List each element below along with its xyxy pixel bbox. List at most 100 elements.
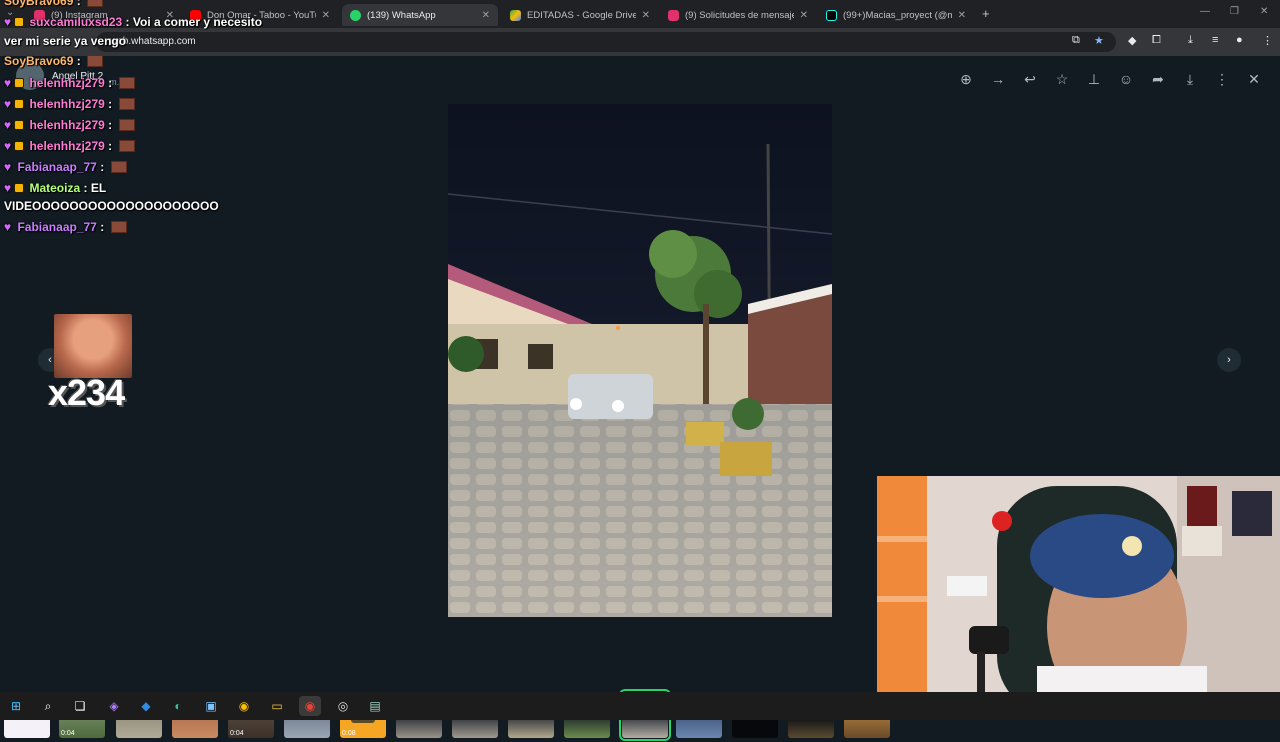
zoom-in-icon[interactable]: ⊕ — [955, 68, 977, 90]
tab-whatsapp[interactable]: (139) WhatsApp ✕ — [342, 4, 498, 26]
video-duration: 0:04 — [230, 730, 244, 737]
restore-icon[interactable]: ❐ — [1230, 6, 1239, 17]
sub-badge-icon — [14, 78, 25, 88]
chat-separator: : — [108, 139, 113, 153]
sub-badge-icon — [14, 99, 25, 109]
chat-separator: : — [125, 15, 130, 29]
chat-text: VIDEOOOOOOOOOOOOOOOOOOOO — [4, 199, 219, 213]
google-drive-icon — [510, 9, 521, 21]
emoji-icon[interactable]: ☺ — [1115, 68, 1137, 90]
pin-icon[interactable]: ⊥ — [1083, 68, 1105, 90]
minimize-icon[interactable]: — — [1200, 6, 1210, 17]
streamer-webcam — [877, 476, 1280, 720]
chat-separator: : — [108, 118, 113, 132]
whatsapp-icon — [350, 9, 361, 21]
windows-taskbar: ⊞ ⌕ ❏ ◈ ◆ ◐ ▣ ◉ ▭ ◉ ◎ ▤ — [0, 692, 1280, 720]
chat-separator: : — [76, 54, 81, 68]
extensions-puzzle-icon[interactable]: ⧠ — [1152, 34, 1161, 47]
menu-icon[interactable]: ⋮ — [1211, 68, 1233, 90]
task-view-icon[interactable]: ❏ — [69, 696, 91, 716]
sub-badge-icon — [14, 120, 25, 130]
close-window-icon[interactable]: ✕ — [1260, 6, 1268, 17]
bookmark-star-icon[interactable]: ★ — [1094, 34, 1104, 47]
video-duration: 0:04 — [61, 730, 75, 737]
sub-badge-icon — [14, 17, 25, 27]
file-explorer-icon[interactable]: ▭ — [266, 696, 288, 716]
obs-icon[interactable]: ◎ — [332, 696, 354, 716]
windows-start-icon[interactable]: ⊞ — [5, 696, 27, 716]
chat-message: ♥ helenhhzj279 : — [4, 76, 135, 90]
chrome-icon[interactable]: ◉ — [233, 696, 255, 716]
star-icon[interactable]: ☆ — [1051, 68, 1073, 90]
emote-icon — [118, 98, 135, 110]
chat-message: ♥ helenhhzj279 : — [4, 97, 135, 111]
edge-icon[interactable]: ◐ — [167, 696, 189, 716]
sub-badge-icon — [14, 141, 25, 151]
webcam-feed — [877, 476, 1280, 720]
chat-username: SoyBravo69 — [4, 0, 74, 8]
close-tab-icon[interactable]: ✕ — [482, 10, 490, 21]
close-tab-icon[interactable]: ✕ — [958, 10, 966, 21]
ms-store-icon[interactable]: ▣ — [200, 696, 222, 716]
chat-text: Voi a comer y necesito — [132, 15, 263, 29]
close-tab-icon[interactable]: ✕ — [322, 10, 330, 21]
emote-counter: x234 — [48, 372, 125, 413]
outlook-icon[interactable]: ◆ — [135, 696, 157, 716]
audio-duration: 0:08 — [342, 730, 356, 737]
downloads-icon[interactable]: ⤓ — [1188, 34, 1193, 47]
emote-icon — [110, 221, 127, 233]
profile-icon[interactable]: ● — [1236, 34, 1243, 46]
heart-badge-icon: ♥ — [4, 181, 12, 195]
chrome-menu-icon[interactable]: ⋮ — [1262, 34, 1273, 47]
chat-username: suxcamiluxsd23 — [29, 15, 123, 29]
chrome-active-icon[interactable]: ◉ — [299, 696, 321, 716]
emote-icon — [87, 55, 104, 67]
new-tab-button[interactable]: + — [982, 6, 990, 21]
heart-badge-icon: ♥ — [4, 139, 12, 153]
stream-emote-image — [54, 314, 132, 378]
chat-separator: : — [108, 76, 113, 90]
chat-message-continuation: VIDEOOOOOOOOOOOOOOOOOOOO — [4, 199, 219, 213]
reply-icon[interactable]: ↩ — [1019, 68, 1041, 90]
chat-message: ♥ Fabianaap_77 : — [4, 160, 127, 174]
chat-separator: : — [100, 160, 105, 174]
tab-tiktok[interactable]: (99+)Macias_proyect (@macias ✕ — [818, 4, 974, 26]
extension-diamond-icon[interactable]: ◆ — [1128, 34, 1136, 47]
media-photo[interactable] — [448, 104, 832, 617]
close-tab-icon[interactable]: ✕ — [642, 10, 650, 21]
emote-icon — [118, 140, 135, 152]
copilot-icon[interactable]: ◈ — [103, 696, 125, 716]
close-tab-icon[interactable]: ✕ — [800, 10, 808, 21]
tab-google-drive[interactable]: EDITADAS - Google Drive ✕ — [502, 4, 658, 26]
media-controls-icon[interactable]: ≡ — [1212, 34, 1218, 46]
chat-username: helenhhzj279 — [29, 139, 105, 153]
chat-message: SoyBravo69 : — [4, 0, 104, 8]
heart-badge-icon: ♥ — [4, 160, 12, 174]
tiktok-icon — [826, 9, 837, 21]
emote-icon — [110, 161, 127, 173]
chat-username: SoyBravo69 — [4, 54, 74, 68]
tab-label: (139) WhatsApp — [367, 9, 436, 21]
next-media-button[interactable]: › — [1217, 348, 1241, 372]
chat-username: Mateoiza — [29, 181, 81, 195]
heart-badge-icon: ♥ — [4, 97, 12, 111]
emote-icon — [118, 77, 135, 89]
stream-chat-overlay: SoyBravo69 : ♥ suxcamiluxsd23 : Voi a co… — [0, 0, 300, 250]
tab-instagram-requests[interactable]: (9) Solicitudes de mensajes • M ✕ — [660, 4, 816, 26]
chat-username: Fabianaap_77 — [17, 160, 97, 174]
download-icon[interactable]: ⤓ — [1179, 68, 1201, 90]
install-app-icon[interactable]: ⧉ — [1072, 34, 1080, 47]
chat-separator: : — [108, 97, 113, 111]
forward-icon[interactable]: → — [987, 68, 1009, 90]
chat-message-continuation: ver mi serie ya vengo — [4, 34, 126, 48]
chat-message: ♥ Fabianaap_77 : — [4, 220, 127, 234]
close-icon[interactable]: ✕ — [1243, 68, 1265, 90]
chat-username: helenhhzj279 — [29, 76, 105, 90]
chat-message: ♥ Mateoiza : EL — [4, 181, 106, 195]
search-icon[interactable]: ⌕ — [37, 696, 59, 716]
chat-text: ver mi serie ya vengo — [4, 34, 127, 48]
share-icon[interactable]: ➦ — [1147, 68, 1169, 90]
notepad-icon[interactable]: ▤ — [364, 696, 386, 716]
heart-badge-icon: ♥ — [4, 220, 12, 234]
chat-text: EL — [90, 181, 107, 195]
